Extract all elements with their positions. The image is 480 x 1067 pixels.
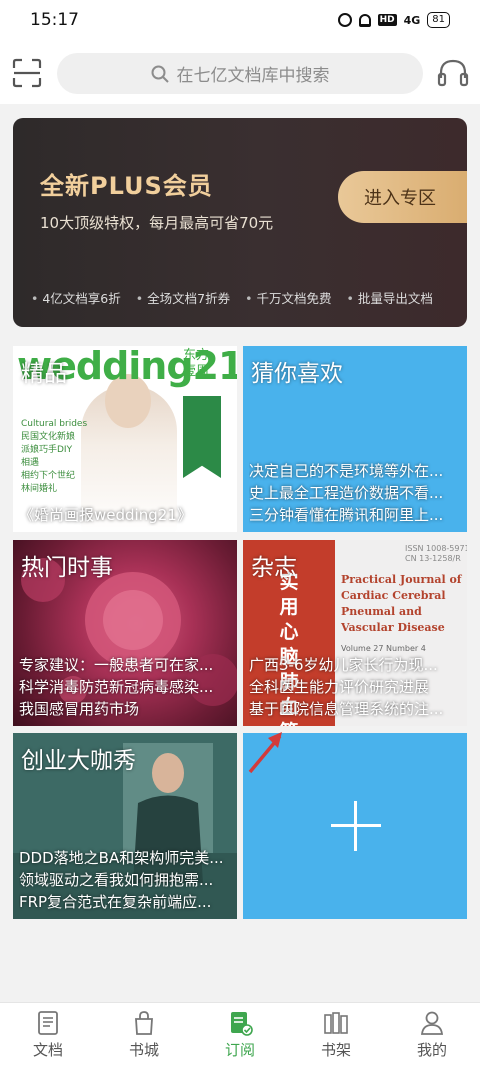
nav-label: 书城: [128, 1041, 159, 1059]
tile-jingpin[interactable]: wedding21 东方 壹周 Cultural brides 民国文化新娘 派…: [13, 346, 237, 532]
banner-feature: 千万文档免费: [245, 288, 331, 307]
search-icon: [151, 65, 169, 83]
tile-line: 史上最全工程造价数据不看...: [249, 484, 444, 502]
mute-bell-icon: [358, 13, 371, 27]
status-icons: HD 4G 81: [337, 12, 450, 28]
tile-line: 专家建议：一般患者可在家...: [19, 656, 214, 674]
cover-ribbon: [183, 396, 221, 478]
tile-title: 创业大咖秀: [21, 748, 136, 774]
tile-title: 精品: [21, 361, 67, 387]
tile-title: 猜你喜欢: [251, 361, 343, 387]
search-header: 在七亿文档库中搜索: [0, 42, 480, 104]
user-icon: [420, 1011, 444, 1035]
headset-icon[interactable]: [437, 58, 469, 88]
tile-magazine[interactable]: 实用心脑肺血管病 ISSN 1008-5971 CN 13-1258/R Pra…: [243, 540, 467, 726]
banner-feature: 4亿文档享6折: [31, 288, 120, 307]
status-time: 15:17: [30, 10, 79, 30]
banner-feature: 批量导出文档: [346, 288, 433, 307]
tile-lines: DDD落地之BA和架构师完美... 领域驱动之看我如何拥抱需... FRP复合范…: [19, 847, 233, 913]
tile-line: DDD落地之BA和架构师完美...: [19, 849, 224, 867]
pointer-arrow-icon: [248, 732, 282, 774]
nav-label: 订阅: [224, 1041, 255, 1059]
enter-zone-button[interactable]: 进入专区: [338, 171, 467, 223]
nav-documents[interactable]: 文档: [0, 1003, 96, 1067]
alarm-icon: [337, 13, 352, 27]
tile-line: 基于医院信息管理系统的注...: [249, 700, 444, 718]
tile-title: 杂志: [251, 555, 297, 581]
battery-icon: 81: [427, 12, 450, 28]
tile-line: 领域驱动之看我如何拥抱需...: [19, 871, 214, 889]
signal-icon: 4G: [403, 13, 421, 27]
nav-subscribe[interactable]: 订阅: [192, 1003, 288, 1067]
tile-line: 我国感冒用药市场: [19, 700, 140, 718]
tile-lines: 专家建议：一般患者可在家... 科学消毒防范新冠病毒感染... 我国感冒用药市场: [19, 654, 233, 720]
tile-lines: 决定自己的不是环境等外在... 史上最全工程造价数据不看... 三分钟看懂在腾讯…: [249, 460, 463, 526]
nav-label: 书架: [320, 1041, 351, 1059]
tile-line: 决定自己的不是环境等外在...: [249, 462, 444, 480]
tile-title: 热门时事: [21, 555, 113, 581]
banner-title: 全新PLUS会员: [40, 172, 213, 200]
document-icon: [38, 1011, 58, 1035]
tile-guess-you-like[interactable]: 猜你喜欢 决定自己的不是环境等外在... 史上最全工程造价数据不看... 三分钟…: [243, 346, 467, 532]
shopping-bag-icon: [135, 1011, 153, 1035]
cover-side-text: Cultural brides 民国文化新娘 派娘巧手DIY 相遇 相约下个世纪…: [21, 419, 88, 494]
tile-startup-show[interactable]: 创业大咖秀 DDD落地之BA和架构师完美... 领域驱动之看我如何拥抱需... …: [13, 733, 237, 919]
tile-line: 广西3-6岁幼儿家长行为现...: [249, 656, 438, 674]
tile-line: FRP复合范式在复杂前端应...: [19, 893, 212, 911]
subscribe-icon: [231, 1012, 253, 1036]
banner-feature: 全场文档7折券: [136, 288, 230, 307]
plus-member-banner[interactable]: 全新PLUS会员 10大顶级特权，每月最高可省70元 进入专区 4亿文档享6折 …: [13, 118, 467, 327]
nav-label: 我的: [416, 1041, 447, 1059]
scan-icon[interactable]: [12, 58, 42, 88]
tile-line: 科学消毒防范新冠病毒感染...: [19, 678, 214, 696]
tile-line: 三分钟看懂在腾讯和阿里上...: [249, 506, 444, 524]
nav-label: 文档: [32, 1041, 63, 1059]
magazine-en-title: Practical Journal of Cardiac Cerebral Pn…: [341, 573, 462, 634]
search-input[interactable]: 在七亿文档库中搜索: [57, 53, 423, 94]
search-placeholder: 在七亿文档库中搜索: [176, 66, 330, 86]
tile-line: 《婚尚画报wedding21》: [19, 506, 192, 524]
tile-hot-news[interactable]: 热门时事 专家建议：一般患者可在家... 科学消毒防范新冠病毒感染... 我国感…: [13, 540, 237, 726]
cover-corner-text: 东方 壹周: [183, 348, 210, 379]
nav-profile[interactable]: 我的: [384, 1003, 480, 1067]
tile-lines: 广西3-6岁幼儿家长行为现... 全科医生能力评价研究进展 基于医院信息管理系统…: [249, 654, 463, 720]
plus-icon-vertical: [354, 801, 357, 851]
magazine-volume: Volume 27 Number 4: [341, 644, 426, 653]
banner-subtitle: 10大顶级特权，每月最高可省70元: [40, 214, 274, 232]
bottom-nav: 文档 书城 订阅 书架 我的: [0, 1002, 480, 1067]
magazine-issn: ISSN 1008-5971 CN 13-1258/R: [405, 544, 467, 563]
bookshelf-icon: [324, 1012, 348, 1034]
status-bar: 15:17 HD 4G 81: [0, 0, 480, 42]
nav-bookstore[interactable]: 书城: [96, 1003, 192, 1067]
tile-lines: 《婚尚画报wedding21》: [19, 504, 233, 526]
banner-features: 4亿文档享6折 全场文档7折券 千万文档免费 批量导出文档: [31, 288, 433, 307]
tile-line: 全科医生能力评价研究进展: [249, 678, 430, 696]
nav-bookshelf[interactable]: 书架: [288, 1003, 384, 1067]
hd-icon: HD: [377, 14, 397, 26]
